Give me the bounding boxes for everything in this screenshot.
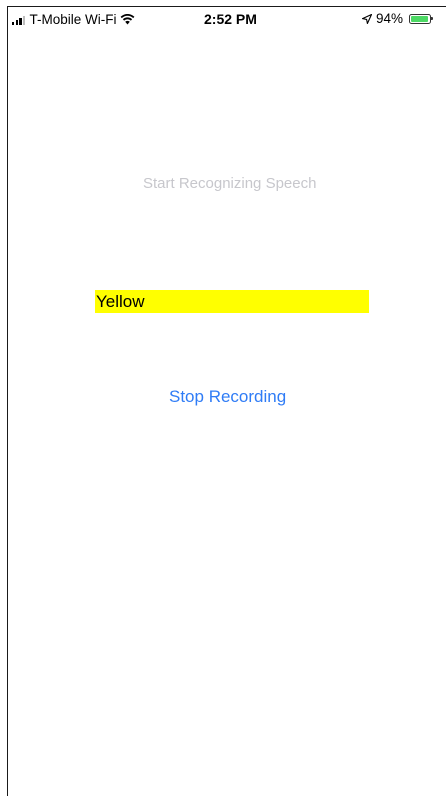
battery-icon	[409, 13, 434, 24]
status-right-group: 94%	[362, 11, 434, 26]
carrier-name: T-Mobile Wi-Fi	[29, 12, 117, 27]
recognized-text-field: Yellow	[95, 290, 369, 313]
signal-icon	[12, 15, 26, 25]
wifi-icon	[121, 14, 135, 25]
stop-recording-button[interactable]: Stop Recording	[169, 387, 286, 407]
battery-percent: 94%	[376, 11, 404, 26]
start-recognizing-label: Start Recognizing Speech	[143, 175, 317, 192]
battery-level-fill	[411, 15, 428, 22]
carrier-group: T-Mobile Wi-Fi	[12, 12, 135, 27]
phone-screen: T-Mobile Wi-Fi 2:52 PM 94% Start Recogni…	[7, 6, 446, 796]
battery-tip	[431, 17, 434, 20]
status-bar: T-Mobile Wi-Fi 2:52 PM 94%	[8, 7, 446, 33]
status-time: 2:52 PM	[204, 11, 257, 27]
location-arrow-icon	[362, 13, 372, 24]
